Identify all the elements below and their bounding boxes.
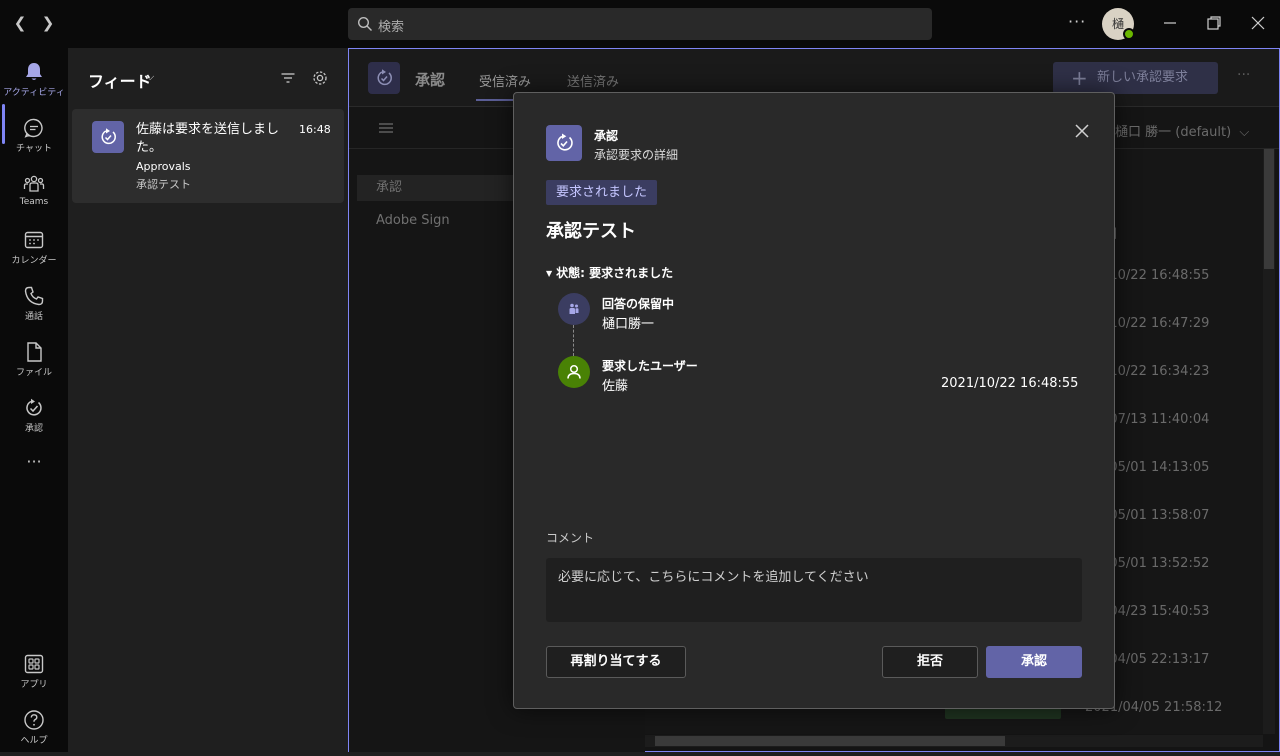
date-cell: /10/22 16:48:55: [1105, 268, 1210, 283]
pending-response-icon: [558, 293, 590, 325]
requester-avatar-icon: [558, 356, 590, 388]
feed-item[interactable]: 佐藤は要求を送信しました。 16:48 Approvals 承認テスト: [72, 109, 344, 203]
rail-item-activity[interactable]: アクティビティ: [0, 56, 68, 108]
requested-timestamp: 2021/10/22 16:48:55: [941, 376, 1079, 391]
rail-label: アプリ: [20, 680, 48, 690]
environment-filter-label: 樋口 勝一 (default): [1115, 125, 1232, 140]
phone-icon: [24, 286, 44, 306]
feed-item-time: 16:48: [299, 123, 331, 136]
scroll-thumb[interactable]: [655, 736, 1005, 746]
state-toggle[interactable]: ▼ 状態: 要求されました: [546, 264, 673, 281]
more-options-icon[interactable]: ···: [1068, 12, 1086, 31]
date-cell: /10/22 16:47:29: [1105, 316, 1210, 331]
state-label: 状態: 要求されました: [556, 266, 674, 280]
plus-icon: +: [1071, 66, 1088, 90]
feed-item-detail: 承認テスト: [136, 178, 191, 191]
minimize-icon[interactable]: [1161, 14, 1179, 32]
close-window-icon[interactable]: [1249, 14, 1267, 32]
requester-name: 佐藤: [602, 379, 629, 394]
more-options-icon[interactable]: ···: [1237, 67, 1250, 83]
rail-label: 通話: [24, 312, 43, 322]
new-approval-label: 新しい承認要求: [1097, 70, 1189, 85]
back-arrow-icon[interactable]: ❮: [11, 14, 29, 32]
tab-sent[interactable]: 送信済み: [567, 71, 619, 90]
feed-pane: フィード ⌵ 佐藤は要求を送信しました。 16:48 Approvals 承認テ…: [68, 48, 348, 752]
rail-item-calls[interactable]: 通話: [0, 280, 68, 332]
dialog-app-name: 承認: [594, 129, 619, 143]
restore-icon[interactable]: [1205, 14, 1223, 32]
tab-received[interactable]: 受信済み: [479, 71, 531, 90]
status-badge: 要求されました: [546, 180, 658, 205]
dialog-subtitle: 承認要求の詳細: [594, 148, 679, 162]
rail-item-chat[interactable]: チャット: [0, 112, 68, 164]
approve-button[interactable]: 承認: [986, 646, 1082, 678]
teams-icon: [23, 175, 45, 192]
vertical-scrollbar[interactable]: [1263, 149, 1275, 734]
search-bar[interactable]: 検索: [348, 8, 932, 40]
feed-title[interactable]: フィード: [88, 68, 152, 92]
title-bar: ❮ ❯ 検索 ··· 樋: [0, 0, 1280, 48]
rail-item-apps[interactable]: アプリ: [0, 648, 68, 700]
caret-down-icon: ▼: [546, 269, 553, 278]
reassign-button[interactable]: 再割り当てする: [546, 646, 686, 678]
rail-label: ヘルプ: [20, 736, 48, 746]
date-cell: /05/01 14:13:05: [1105, 460, 1210, 475]
reject-button[interactable]: 拒否: [882, 646, 978, 678]
rail-label: チャット: [16, 144, 52, 154]
approvals-app-icon: [92, 121, 124, 153]
search-placeholder: 検索: [378, 20, 405, 35]
rail-label: アクティビティ: [3, 88, 65, 98]
timeline-connector: [573, 325, 574, 356]
feed-item-text: 佐藤は要求を送信しました。: [136, 122, 280, 155]
approvals-app-icon: [546, 125, 582, 161]
feed-item-app: Approvals: [136, 160, 191, 173]
apps-icon: [24, 654, 44, 674]
approver-name: 樋口勝一: [602, 317, 655, 332]
close-icon[interactable]: [1074, 123, 1090, 139]
date-cell: /10/22 16:34:23: [1105, 364, 1210, 379]
forward-arrow-icon[interactable]: ❯: [39, 14, 57, 32]
approvals-app-icon: [368, 62, 400, 94]
hamburger-icon[interactable]: [378, 121, 394, 135]
rail-label: 承認: [24, 424, 43, 434]
rail-item-approvals[interactable]: 承認: [0, 392, 68, 444]
search-icon: [357, 16, 372, 31]
rail-item-files[interactable]: ファイル: [0, 336, 68, 388]
calendar-icon: [24, 231, 44, 249]
approval-title: 承認テスト: [546, 221, 636, 242]
rail-label: ファイル: [15, 368, 52, 378]
pending-label: 回答の保留中: [602, 297, 675, 311]
rail-item-help[interactable]: ヘルプ: [0, 704, 68, 756]
file-icon: [27, 342, 42, 362]
chat-icon: [24, 118, 43, 138]
app-title: 承認: [415, 71, 446, 89]
rail-label: カレンダー: [11, 256, 57, 266]
approval-details-dialog: 承認 承認要求の詳細 要求されました 承認テスト ▼ 状態: 要求されました 回答…: [513, 92, 1115, 709]
bell-icon: [26, 63, 42, 80]
new-approval-button[interactable]: + 新しい承認要求: [1053, 62, 1218, 94]
rail-more-icon[interactable]: ···: [0, 452, 68, 482]
scroll-thumb[interactable]: [1264, 149, 1274, 269]
approvals-icon: [26, 398, 42, 416]
rail-item-calendar[interactable]: カレンダー: [0, 224, 68, 276]
help-icon: [24, 710, 44, 730]
gear-icon[interactable]: [311, 69, 329, 87]
date-cell: /04/05 22:13:17: [1105, 652, 1210, 667]
presence-available-icon: [1123, 28, 1135, 40]
date-cell: /05/01 13:52:52: [1105, 556, 1210, 571]
environment-filter[interactable]: 樋口 勝一 (default) ⌵: [1115, 121, 1249, 140]
chevron-down-icon[interactable]: ⌵: [146, 70, 154, 84]
rail-item-teams[interactable]: Teams: [0, 168, 68, 220]
requester-label: 要求したユーザー: [602, 359, 698, 373]
date-cell: /05/01 13:58:07: [1105, 508, 1210, 523]
filter-icon[interactable]: [280, 70, 296, 86]
horizontal-scrollbar[interactable]: [645, 735, 1263, 747]
date-cell: /07/13 11:40:04: [1105, 412, 1210, 427]
comment-input[interactable]: [546, 558, 1082, 622]
date-cell: /04/23 15:40:53: [1105, 604, 1210, 619]
rail-label: Teams: [19, 197, 49, 207]
comment-label: コメント: [546, 531, 595, 545]
app-rail: アクティビティ チャット Teams カレンダー 通話 ファイル 承認 ··· …: [0, 48, 68, 752]
